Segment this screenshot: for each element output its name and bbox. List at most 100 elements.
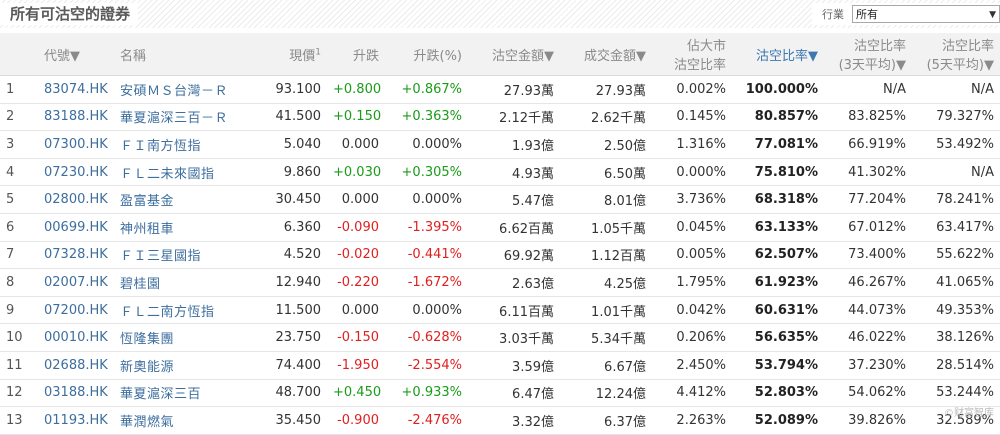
short-selling-amount: 2.63億 [468,269,560,297]
short-ratio-3d-avg: 41.302% [824,158,912,186]
stock-code-link[interactable]: 83188.HK [38,103,114,131]
stock-code-link[interactable]: 02800.HK [38,186,114,214]
stock-code-link[interactable]: 07200.HK [38,296,114,324]
stock-code-link[interactable]: 00699.HK [38,213,114,241]
market-short-ratio: 0.000% [652,158,732,186]
table-row: 407230.HKＦＬ二未來國指9.860+0.030+0.305%4.93萬6… [0,158,1000,186]
stock-code-link[interactable]: 83074.HK [38,76,114,104]
price-change-pct: +0.305% [385,158,468,186]
col-short-ratio-3d-sort[interactable]: 沽空比率(3天平均)▼ [824,33,912,76]
industry-selected-value: 所有 [856,8,878,21]
short-ratio: 52.803% [732,379,824,407]
stock-code-link[interactable]: 01193.HK [38,407,114,435]
market-short-ratio: 2.263% [652,407,732,435]
col-turnover-sort[interactable]: 成交金額▼ [560,33,652,76]
stock-name-link[interactable]: 盈富基金 [114,186,259,214]
current-price: 30.450 [259,186,327,214]
table-row: 283188.HK華夏滬深三百－Ｒ41.500+0.150+0.363%2.12… [0,103,1000,131]
price-change: 0.000 [327,296,385,324]
short-ratio: 56.635% [732,324,824,352]
short-ratio-3d-avg: 46.267% [824,269,912,297]
short-ratio-5d-avg: N/A [912,76,1000,104]
short-selling-amount: 1.93億 [468,131,560,159]
short-ratio-3d-avg: 66.919% [824,131,912,159]
short-ratio-3d-avg: 73.400% [824,241,912,269]
col-change: 升跌 [327,33,385,76]
row-number: 10 [0,324,38,352]
col-market-short-ratio-line1: 佔大市 [687,39,726,54]
stock-code-link[interactable]: 00010.HK [38,324,114,352]
turnover-amount: 4.25億 [560,269,652,297]
watermark-text: ©财富智库 [944,404,994,419]
table-row: 707328.HKＦＩ三星國指4.520-0.020-0.441%69.92萬1… [0,241,1000,269]
col-short-amount-sort[interactable]: 沽空金額▼ [468,33,560,76]
stock-name-link[interactable]: 恆隆集團 [114,324,259,352]
row-number: 12 [0,379,38,407]
price-change: +0.450 [327,379,385,407]
short-ratio: 62.507% [732,241,824,269]
col-code-sort[interactable]: 代號▼ [38,33,114,76]
stock-name-link[interactable]: ＦＩ南方恆指 [114,131,259,159]
stock-code-link[interactable]: 02007.HK [38,269,114,297]
turnover-amount: 6.67億 [560,351,652,379]
current-price: 6.360 [259,213,327,241]
market-short-ratio: 4.412% [652,379,732,407]
price-change-pct: -0.628% [385,324,468,352]
row-number: 6 [0,213,38,241]
short-selling-amount: 6.62百萬 [468,213,560,241]
row-number: 11 [0,351,38,379]
current-price: 35.450 [259,407,327,435]
short-selling-amount: 27.93萬 [468,76,560,104]
current-price: 4.520 [259,241,327,269]
stock-code-link[interactable]: 07230.HK [38,158,114,186]
stock-name-link[interactable]: ＦＩ三星國指 [114,241,259,269]
short-ratio-5d-avg: 63.417% [912,213,1000,241]
stock-name-link[interactable]: ＦＬ二南方恆指 [114,296,259,324]
current-price: 9.860 [259,158,327,186]
current-price: 11.500 [259,296,327,324]
price-change-pct: 0.000% [385,131,468,159]
current-price: 93.100 [259,76,327,104]
page-title: 所有可沽空的證券 [0,3,138,25]
short-ratio: 77.081% [732,131,824,159]
market-short-ratio: 0.005% [652,241,732,269]
market-short-ratio: 3.736% [652,186,732,214]
price-change: -0.900 [327,407,385,435]
stock-name-link[interactable]: 華潤燃氣 [114,407,259,435]
short-ratio-5d-avg: 28.514% [912,351,1000,379]
col-name: 名稱 [114,33,259,76]
short-selling-amount: 2.12千萬 [468,103,560,131]
short-ratio-3d-avg: 77.204% [824,186,912,214]
stock-code-link[interactable]: 07300.HK [38,131,114,159]
industry-select[interactable]: 所有 ▼ [852,5,1000,23]
short-ratio: 68.318% [732,186,824,214]
col-short-ratio-sort[interactable]: 沽空比率▼ [732,33,824,76]
price-change-pct: -0.441% [385,241,468,269]
stock-name-link[interactable]: 碧桂園 [114,269,259,297]
market-short-ratio: 1.316% [652,131,732,159]
turnover-amount: 2.50億 [560,131,652,159]
col-price-label: 現價 [289,49,315,64]
stock-name-link[interactable]: 華夏滬深三百－Ｒ [114,103,259,131]
short-ratio-3d-avg: 44.073% [824,296,912,324]
price-change: +0.150 [327,103,385,131]
stock-name-link[interactable]: 新奧能源 [114,351,259,379]
stock-name-link[interactable]: 安碩ＭＳ台灣－Ｒ [114,76,259,104]
industry-label: 行業 [822,6,844,22]
stock-name-link[interactable]: 華夏滬深三百 [114,379,259,407]
stock-name-link[interactable]: 神州租車 [114,213,259,241]
short-selling-amount: 6.47億 [468,379,560,407]
stock-code-link[interactable]: 07328.HK [38,241,114,269]
market-short-ratio: 0.206% [652,324,732,352]
market-short-ratio: 0.002% [652,76,732,104]
table-row: 907200.HKＦＬ二南方恆指11.5000.0000.000%6.11百萬1… [0,296,1000,324]
stock-name-link[interactable]: ＦＬ二未來國指 [114,158,259,186]
row-number: 8 [0,269,38,297]
col-short-ratio-5d-sort[interactable]: 沽空比率(5天平均)▼ [912,33,1000,76]
table-row: 183074.HK安碩ＭＳ台灣－Ｒ93.100+0.800+0.867%27.9… [0,76,1000,104]
dropdown-arrow-icon: ▼ [989,6,996,24]
stock-code-link[interactable]: 03188.HK [38,379,114,407]
short-selling-amount: 69.92萬 [468,241,560,269]
short-ratio: 75.810% [732,158,824,186]
stock-code-link[interactable]: 02688.HK [38,351,114,379]
